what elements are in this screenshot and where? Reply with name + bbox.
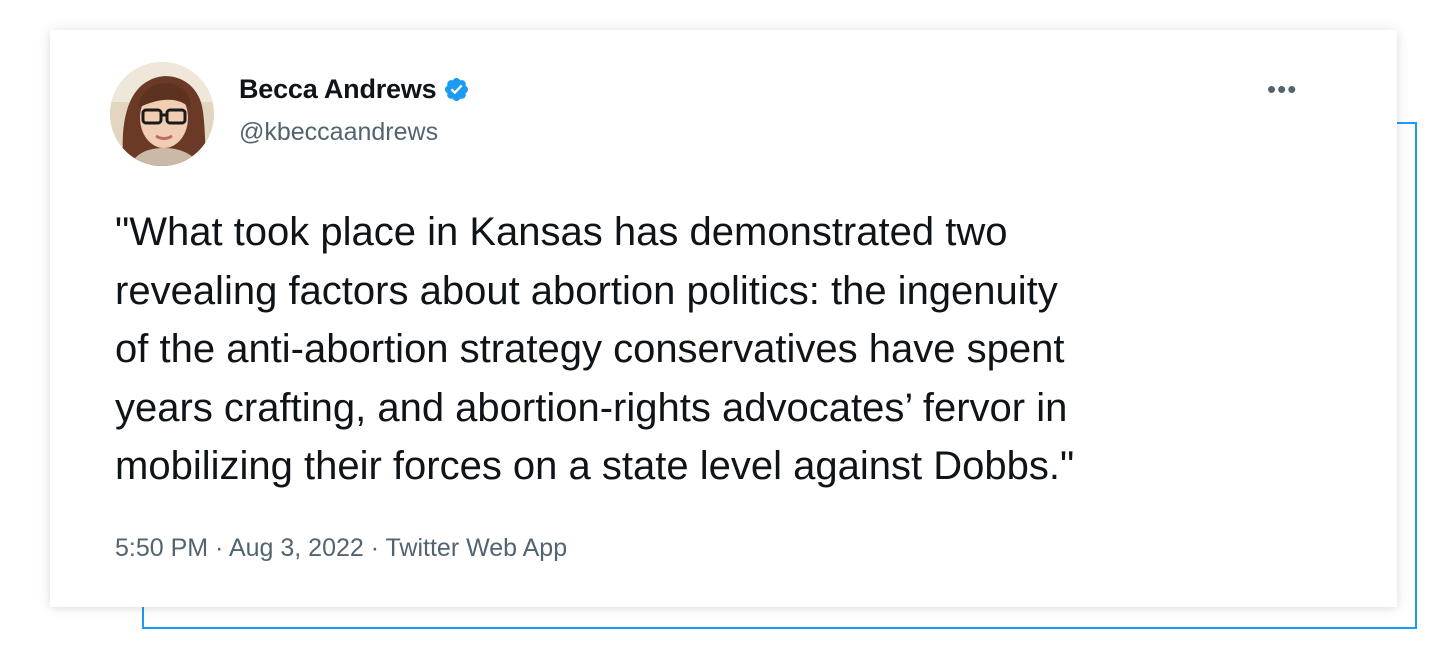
author-name-row: Becca Andrews [239, 74, 470, 105]
tweet-text: "What took place in Kansas has demonstra… [115, 210, 1075, 488]
avatar[interactable] [110, 62, 214, 166]
tweet-timestamp[interactable]: 5:50 PM · Aug 3, 2022 · Twitter Web App [115, 534, 567, 563]
verified-badge-icon [443, 76, 470, 103]
more-options-icon[interactable]: ••• [1267, 74, 1297, 105]
avatar-image [110, 62, 214, 166]
author-handle[interactable]: @kbeccaandrews [239, 118, 438, 147]
tweet-card: Becca Andrews @kbeccaandrews ••• "What t… [50, 30, 1397, 607]
author-display-name[interactable]: Becca Andrews [239, 74, 437, 105]
